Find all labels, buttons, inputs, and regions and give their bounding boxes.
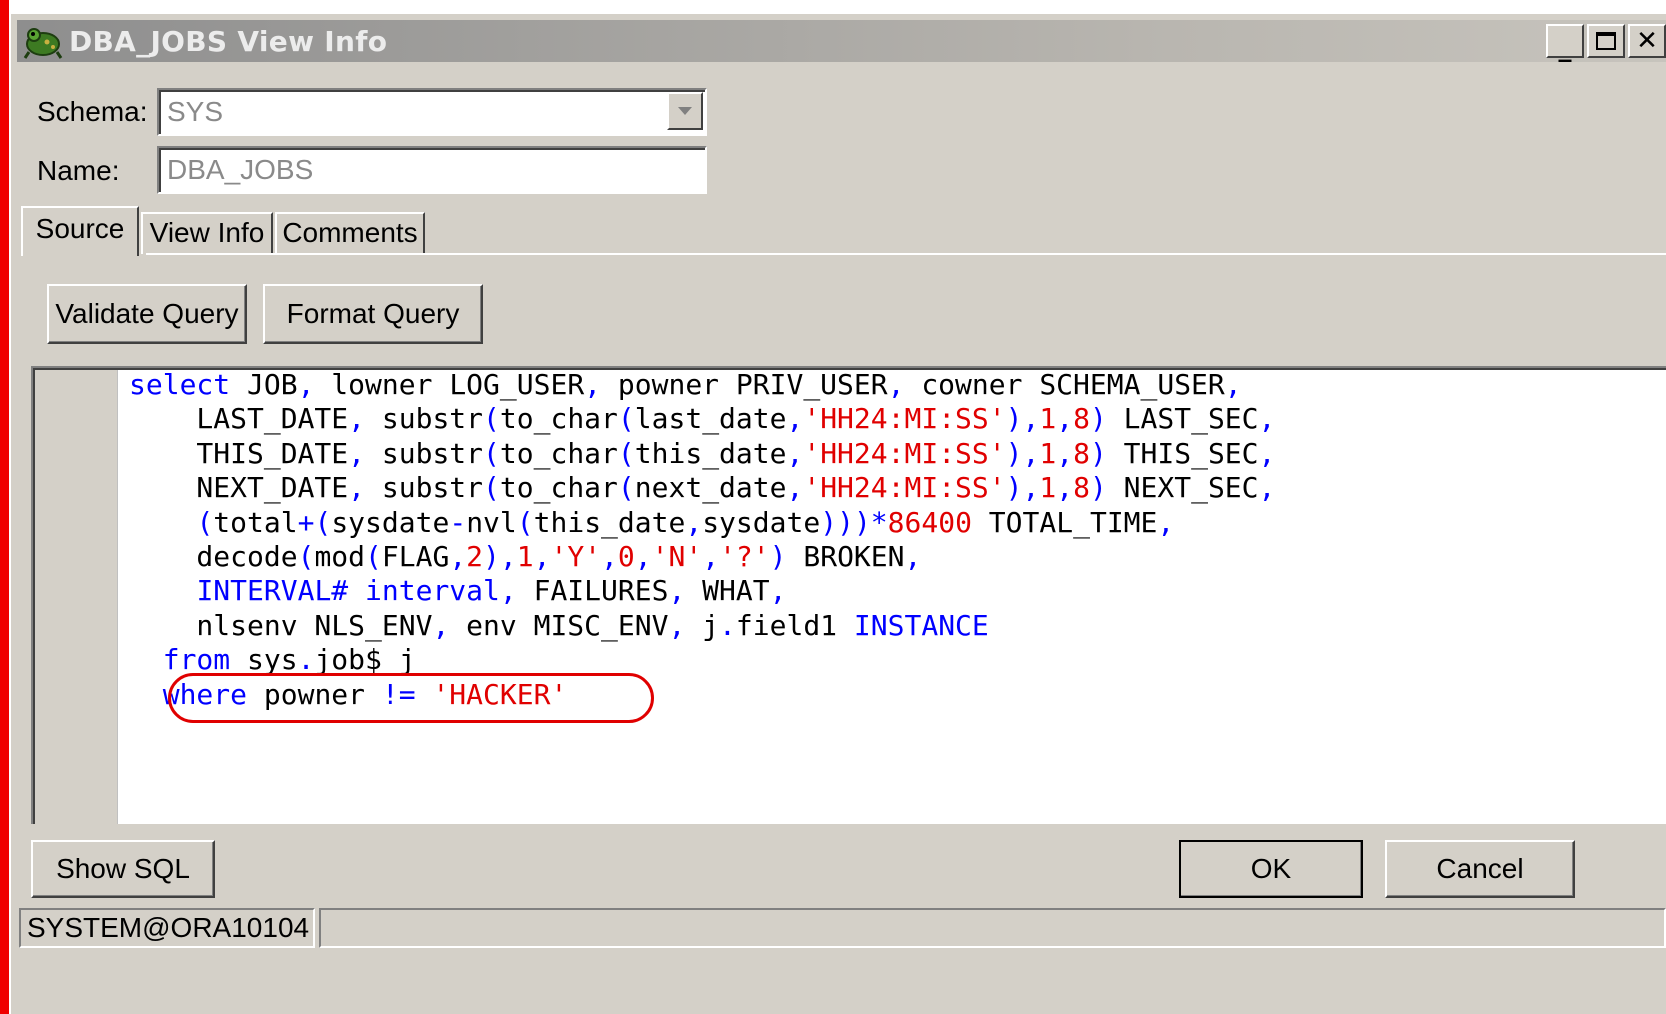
- tab-source[interactable]: Source: [21, 206, 139, 256]
- dialog-window: DBA_JOBS View Info _ ✕ Schema: SYS Name:…: [9, 12, 1666, 1014]
- name-field[interactable]: DBA_JOBS: [157, 146, 707, 194]
- status-panel-empty: [319, 908, 1666, 948]
- toad-app-icon: [23, 22, 63, 60]
- code-line: nlsenv NLS_ENV, env MISC_ENV, j.field1 I…: [129, 608, 989, 642]
- tab-comments[interactable]: Comments: [275, 212, 425, 254]
- minimize-icon: _: [1558, 33, 1572, 63]
- code-line: LAST_DATE, substr(to_char(last_date,'HH2…: [129, 402, 1276, 436]
- code-line: select JOB, lowner LOG_USER, powner PRIV…: [129, 368, 1242, 401]
- name-value: DBA_JOBS: [167, 154, 314, 185]
- cancel-button[interactable]: Cancel: [1385, 840, 1575, 898]
- window-title: DBA_JOBS View Info: [69, 24, 388, 58]
- validate-query-button[interactable]: Validate Query: [47, 284, 247, 344]
- name-label: Name:: [37, 155, 120, 186]
- highlight-annotation-circle: [168, 673, 654, 723]
- schema-dropdown-button[interactable]: [667, 92, 703, 130]
- minimize-button[interactable]: _: [1546, 24, 1584, 63]
- ok-button[interactable]: OK: [1179, 840, 1363, 898]
- maximize-button[interactable]: [1587, 24, 1625, 58]
- code-line: decode(mod(FLAG,2),1,'Y',0,'N','?') BROK…: [129, 540, 922, 574]
- show-sql-button[interactable]: Show SQL: [31, 840, 215, 898]
- status-bar: SYSTEM@ORA10104: [11, 902, 1666, 952]
- code-line: (total+(sysdate-nvl(this_date,sysdate)))…: [196, 505, 1175, 539]
- schema-value: SYS: [167, 96, 224, 127]
- close-button[interactable]: ✕: [1628, 24, 1666, 58]
- maximize-icon: [1596, 32, 1616, 50]
- format-query-button[interactable]: Format Query: [263, 284, 483, 344]
- left-edge-bar: [0, 0, 9, 1014]
- connection-status: SYSTEM@ORA10104: [19, 908, 315, 948]
- chevron-down-icon: [678, 107, 692, 115]
- code-line: NEXT_DATE, substr(to_char(next_date,'HH2…: [129, 471, 1276, 505]
- editor-gutter: [35, 370, 118, 824]
- tab-view-info[interactable]: View Info: [141, 212, 273, 254]
- sql-source-code: select JOB, lowner LOG_USER, powner PRIV…: [129, 368, 1275, 712]
- schema-dropdown[interactable]: SYS: [157, 88, 707, 136]
- close-icon: ✕: [1636, 26, 1658, 56]
- schema-label: Schema:: [37, 96, 148, 127]
- title-bar[interactable]: DBA_JOBS View Info _ ✕: [17, 20, 1666, 62]
- sql-editor[interactable]: select JOB, lowner LOG_USER, powner PRIV…: [31, 366, 1666, 824]
- code-line: THIS_DATE, substr(to_char(this_date,'HH2…: [129, 436, 1276, 470]
- code-line: from sys.job$ j: [162, 643, 416, 677]
- code-line: INTERVAL# interval, FAILURES, WHAT,: [196, 574, 787, 608]
- tab-divider: [146, 253, 1666, 255]
